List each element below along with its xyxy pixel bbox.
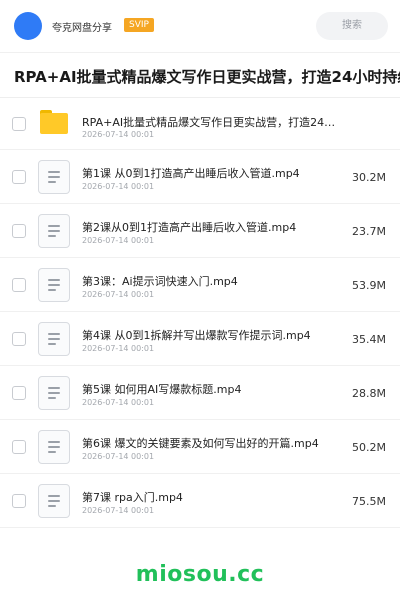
header: 夸克网盘分享 SVIP 搜索 bbox=[0, 0, 400, 52]
file-date: 2026-07-14 00:01 bbox=[82, 506, 155, 515]
file-date: 2026-07-14 00:01 bbox=[82, 236, 155, 245]
video-file-icon bbox=[38, 376, 70, 410]
svip-badge: SVIP bbox=[124, 18, 154, 32]
title-bar: RPA+AI批量式精品爆文写作日更实战营，打造24小时持续 bbox=[0, 52, 400, 98]
file-name: 第2课从0到1打造高产出睡后收入管道.mp4 bbox=[82, 221, 297, 234]
folder-date: 2026-07-14 00:01 bbox=[82, 130, 155, 139]
file-date: 2026-07-14 00:01 bbox=[82, 452, 155, 461]
search-button[interactable]: 搜索 bbox=[316, 12, 388, 40]
file-row[interactable]: 第5课 如何用AI写爆款标题.mp4 2026-07-14 00:01 28.8… bbox=[0, 366, 400, 420]
row-checkbox[interactable] bbox=[12, 116, 26, 131]
file-name: 第6课 爆文的关键要素及如何写出好的开篇.mp4 bbox=[82, 437, 319, 450]
file-name: 第1课 从0到1打造高产出睡后收入管道.mp4 bbox=[82, 167, 300, 180]
file-size: 30.2M bbox=[352, 171, 386, 184]
page-title: RPA+AI批量式精品爆文写作日更实战营，打造24小时持续 bbox=[14, 68, 400, 86]
file-size: 53.9M bbox=[352, 279, 386, 292]
row-checkbox[interactable] bbox=[12, 331, 26, 346]
avatar[interactable] bbox=[14, 12, 42, 40]
file-row[interactable]: 第2课从0到1打造高产出睡后收入管道.mp4 2026-07-14 00:01 … bbox=[0, 204, 400, 258]
video-file-icon bbox=[38, 484, 70, 518]
file-date: 2026-07-14 00:01 bbox=[82, 182, 155, 191]
folder-row[interactable]: RPA+AI批量式精品爆文写作日更实战营，打造24… 2026-07-14 00… bbox=[0, 98, 400, 150]
row-checkbox[interactable] bbox=[12, 385, 26, 400]
file-name: 第7课 rpa入门.mp4 bbox=[82, 491, 183, 504]
row-checkbox[interactable] bbox=[12, 277, 26, 292]
file-row[interactable]: 第7课 rpa入门.mp4 2026-07-14 00:01 75.5M bbox=[0, 474, 400, 528]
file-size: 50.2M bbox=[352, 441, 386, 454]
folder-icon bbox=[40, 110, 68, 134]
file-size: 23.7M bbox=[352, 225, 386, 238]
folder-name: RPA+AI批量式精品爆文写作日更实战营，打造24… bbox=[82, 116, 336, 129]
row-checkbox[interactable] bbox=[12, 223, 26, 238]
file-row[interactable]: 第3课：Ai提示词快速入门.mp4 2026-07-14 00:01 53.9M bbox=[0, 258, 400, 312]
video-file-icon bbox=[38, 214, 70, 248]
file-size: 28.8M bbox=[352, 387, 386, 400]
file-date: 2026-07-14 00:01 bbox=[82, 344, 155, 353]
watermark-text: miosou.cc bbox=[135, 562, 265, 587]
video-file-icon bbox=[38, 160, 70, 194]
file-row[interactable]: 第1课 从0到1打造高产出睡后收入管道.mp4 2026-07-14 00:01… bbox=[0, 150, 400, 204]
row-checkbox[interactable] bbox=[12, 439, 26, 454]
file-size: 35.4M bbox=[352, 333, 386, 346]
file-row[interactable]: 第6课 爆文的关键要素及如何写出好的开篇.mp4 2026-07-14 00:0… bbox=[0, 420, 400, 474]
row-checkbox[interactable] bbox=[12, 169, 26, 184]
file-row[interactable]: 第4课 从0到1拆解并写出爆款写作提示词.mp4 2026-07-14 00:0… bbox=[0, 312, 400, 366]
file-date: 2026-07-14 00:01 bbox=[82, 290, 155, 299]
file-name: 第4课 从0到1拆解并写出爆款写作提示词.mp4 bbox=[82, 329, 311, 342]
file-date: 2026-07-14 00:01 bbox=[82, 398, 155, 407]
video-file-icon bbox=[38, 268, 70, 302]
row-checkbox[interactable] bbox=[12, 493, 26, 508]
file-name: 第3课：Ai提示词快速入门.mp4 bbox=[82, 275, 238, 288]
brand-name: 夸克网盘分享 bbox=[52, 23, 112, 34]
video-file-icon bbox=[38, 322, 70, 356]
file-name: 第5课 如何用AI写爆款标题.mp4 bbox=[82, 383, 242, 396]
file-size: 75.5M bbox=[352, 495, 386, 508]
video-file-icon bbox=[38, 430, 70, 464]
file-list: RPA+AI批量式精品爆文写作日更实战营，打造24… 2026-07-14 00… bbox=[0, 98, 400, 528]
